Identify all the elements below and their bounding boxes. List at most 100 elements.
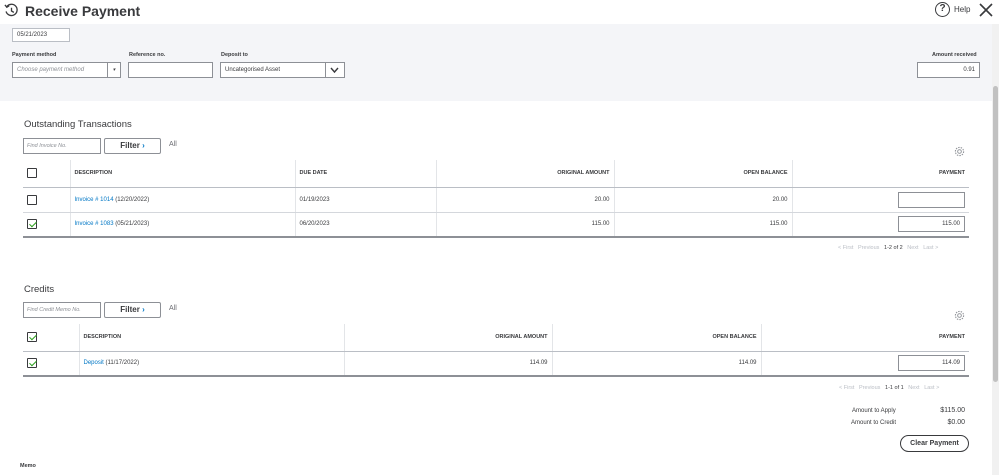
payment-method-placeholder: Choose payment method [17,67,85,73]
payment-input[interactable] [898,191,965,208]
amount-to-credit-value: $0.00 [947,419,965,426]
pager-previous[interactable]: Previous [859,385,880,391]
col-due-date: DUE DATE [294,160,436,188]
chevron-right-icon: › [142,141,145,150]
original-amount-cell: 115.00 [435,212,614,238]
outstanding-title: Outstanding Transactions [24,119,132,130]
scrollbar-thumb[interactable] [993,86,998,382]
chevron-right-icon: › [142,305,145,314]
row-checkbox[interactable] [27,194,37,205]
pager-first[interactable]: < First [839,385,854,391]
description-cell: Invoice # 1083 (05/21/2023) [69,212,295,238]
header: Receive Payment ? Help [0,0,999,24]
col-original-amount: ORIGINAL AMOUNT [435,160,614,188]
reference-no-input[interactable] [128,62,213,78]
amount-received-input[interactable]: 0.91 [917,62,980,78]
credits-all-label: All [169,305,177,312]
deposit-to-value: Uncategorised Asset [225,67,281,73]
col-payment: PAYMENT [760,324,969,352]
col-description: DESCRIPTION [78,324,344,352]
pager-first[interactable]: < First [838,245,853,251]
select-all-header [23,160,70,188]
col-original-amount: ORIGINAL AMOUNT [343,324,552,352]
credits-pager: < First Previous 1-1 of 1 Next Last > [839,385,939,391]
gear-icon[interactable] [954,310,965,321]
memo-label: Memo [20,463,36,469]
find-invoice-input[interactable]: Find Invoice No. [23,138,101,154]
invoice-date: (05/21/2023) [113,221,150,228]
payment-method-select[interactable]: Choose payment method ▾ [12,62,121,78]
amount-to-credit-label: Amount to Credit [851,420,897,426]
deposit-to-label: Deposit to [221,52,248,58]
deposit-link[interactable]: Deposit [84,360,104,366]
payment-date-input[interactable]: 05/21/2023 [12,28,70,42]
open-balance-cell: 115.00 [613,212,792,238]
outstanding-table: DESCRIPTION DUE DATE ORIGINAL AMOUNT OPE… [23,160,969,238]
caret-down-icon[interactable]: ▾ [107,63,120,77]
pager-last[interactable]: Last > [923,245,938,251]
row-checkbox[interactable] [27,219,37,230]
table-row: Invoice # 1014 (12/20/2022) 01/19/2023 2… [23,187,969,213]
original-amount-cell: 20.00 [435,187,614,213]
pager-current: 1-1 of 1 [885,385,904,391]
col-description: DESCRIPTION [69,160,295,188]
reference-no-label: Reference no. [129,52,166,58]
outstanding-pager: < First Previous 1-2 of 2 Next Last > [838,245,938,251]
col-open-balance: OPEN BALANCE [613,160,792,188]
deposit-date: (11/17/2022) [103,360,140,367]
amount-to-apply-label: Amount to Apply [852,408,896,414]
deposit-to-select[interactable]: Uncategorised Asset [220,62,345,78]
payment-input[interactable]: 114.09 [898,355,965,372]
open-balance-cell: 20.00 [613,187,792,213]
page-title: Receive Payment [25,3,141,19]
pager-previous[interactable]: Previous [858,245,879,251]
pager-next[interactable]: Next [908,385,919,391]
find-credit-memo-input[interactable]: Find Credit Memo No. [23,302,101,318]
outstanding-filter-button[interactable]: Filter › [104,138,161,154]
row-checkbox[interactable] [27,358,37,369]
invoice-date: (12/20/2022) [113,196,150,203]
help-link[interactable]: Help [954,5,970,14]
original-amount-cell: 114.09 [343,351,552,377]
payment-method-label: Payment method [12,52,57,58]
amount-received-label: Amount received [932,52,977,58]
row-select-cell [23,351,79,377]
select-all-checkbox[interactable] [27,168,37,179]
payment-cell [791,187,969,213]
pager-next[interactable]: Next [907,245,918,251]
credits-table: DESCRIPTION ORIGINAL AMOUNT OPEN BALANCE… [23,324,969,377]
invoice-link[interactable]: Invoice # 1083 [75,221,114,227]
pager-current: 1-2 of 2 [884,245,903,251]
table-row: Deposit (11/17/2022) 114.09 114.09 114.0… [23,351,969,377]
col-open-balance: OPEN BALANCE [551,324,761,352]
help-icon[interactable]: ? [935,2,950,17]
due-date-cell: 01/19/2023 [294,187,436,213]
filter-label: Filter [120,141,140,150]
outstanding-all-label: All [169,141,177,148]
col-payment: PAYMENT [791,160,969,188]
clear-payment-button[interactable]: Clear Payment [900,435,969,452]
close-icon[interactable] [978,2,994,18]
filter-label: Filter [120,305,140,314]
chevron-down-icon [330,67,339,74]
gear-icon[interactable] [954,146,965,157]
history-icon[interactable] [4,3,19,18]
table-header-row: DESCRIPTION DUE DATE ORIGINAL AMOUNT OPE… [23,160,969,188]
description-cell: Invoice # 1014 (12/20/2022) [69,187,295,213]
due-date-cell: 06/20/2023 [294,212,436,238]
description-cell: Deposit (11/17/2022) [78,351,344,377]
credits-title: Credits [24,284,55,295]
row-select-cell [23,187,70,213]
select-all-header [23,324,79,352]
table-header-row: DESCRIPTION ORIGINAL AMOUNT OPEN BALANCE… [23,324,969,352]
payment-cell: 114.09 [760,351,969,377]
payment-input[interactable]: 115.00 [898,216,965,233]
row-select-cell [23,212,70,238]
open-balance-cell: 114.09 [551,351,761,377]
credits-filter-button[interactable]: Filter › [104,302,161,318]
invoice-link[interactable]: Invoice # 1014 [75,197,114,203]
amount-to-apply-value: $115.00 [940,407,965,414]
pager-last[interactable]: Last > [924,385,939,391]
deposit-dropdown-button[interactable] [325,63,344,77]
select-all-checkbox[interactable] [27,332,37,343]
